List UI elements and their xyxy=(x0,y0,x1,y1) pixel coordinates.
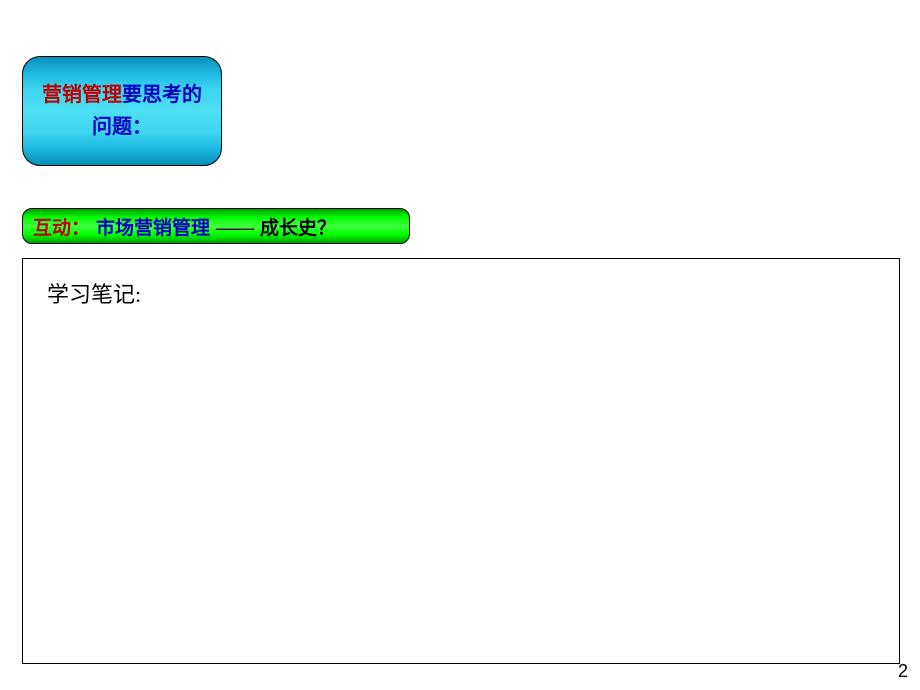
title-red-part: 营销管理 xyxy=(42,84,122,106)
interaction-label: 互动： xyxy=(33,218,90,239)
interaction-dash: —— xyxy=(216,218,254,239)
interaction-text: 互动： 市场营销管理 —— 成长史？ xyxy=(33,213,336,240)
interaction-topic-black: 成长史？ xyxy=(260,218,336,239)
interaction-bar: 互动： 市场营销管理 —— 成长史？ xyxy=(22,208,410,244)
title-box-text: 营销管理要思考的问题： xyxy=(33,79,211,143)
interaction-topic-blue: 市场营销管理 xyxy=(96,218,210,239)
title-box: 营销管理要思考的问题： xyxy=(22,56,222,166)
notes-box: 学习笔记: xyxy=(22,258,900,664)
page-number: 2 xyxy=(898,661,908,682)
notes-label: 学习笔记: xyxy=(47,277,875,309)
